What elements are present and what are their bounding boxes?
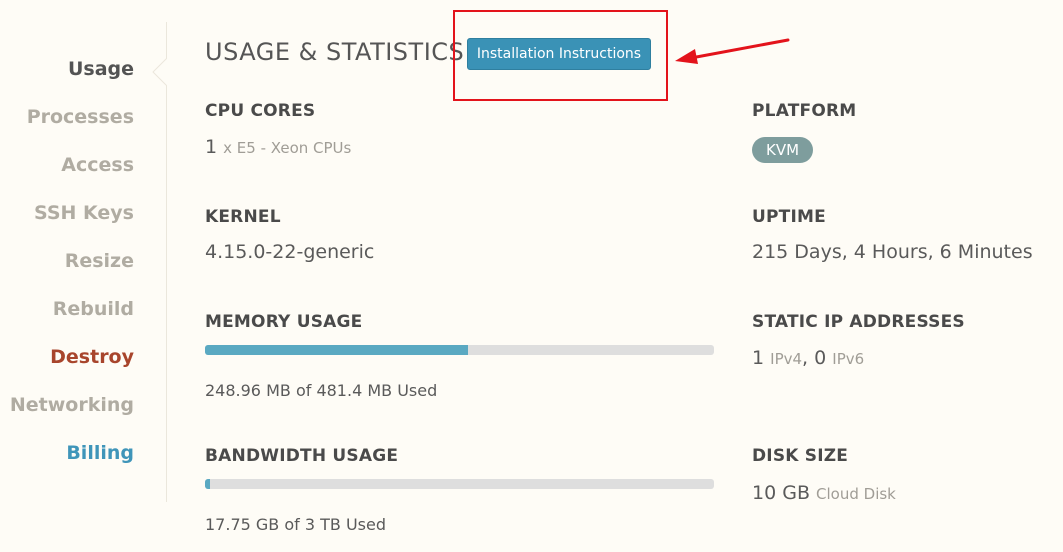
- sidebar-item-destroy[interactable]: Destroy: [50, 346, 134, 368]
- kernel-label: KERNEL: [205, 207, 281, 227]
- cpu-detail: x E5 - Xeon CPUs: [223, 139, 352, 157]
- cpu-count: 1: [205, 136, 218, 158]
- static-ip-label: STATIC IP ADDRESSES: [752, 312, 965, 332]
- sidebar-item-resize[interactable]: Resize: [65, 250, 134, 272]
- memory-usage-bar-fill: [205, 345, 469, 355]
- disk-size-value: 10 GB Cloud Disk: [752, 482, 896, 504]
- memory-usage-label: MEMORY USAGE: [205, 312, 363, 332]
- active-caret-icon: [152, 58, 167, 86]
- main-content: USAGE & STATISTICS Installation Instruct…: [205, 0, 1063, 552]
- ip-separator: ,: [802, 347, 809, 369]
- ipv6-label: IPv6: [832, 350, 865, 368]
- sidebar-item-rebuild[interactable]: Rebuild: [53, 298, 134, 320]
- sidebar-item-billing[interactable]: Billing: [66, 442, 134, 464]
- sidebar-item-processes[interactable]: Processes: [27, 106, 134, 128]
- memory-usage-text: 248.96 MB of 481.4 MB Used: [205, 381, 438, 400]
- sidebar-item-networking[interactable]: Networking: [10, 394, 134, 416]
- bandwidth-usage-bar-fill: [205, 479, 211, 489]
- disk-size: 10 GB: [752, 482, 810, 504]
- kernel-value: 4.15.0-22-generic: [205, 241, 375, 263]
- bandwidth-usage-label: BANDWIDTH USAGE: [205, 446, 399, 466]
- cpu-cores-value: 1 x E5 - Xeon CPUs: [205, 136, 351, 158]
- static-ip-value: 1 IPv4, 0 IPv6: [752, 347, 864, 369]
- sidebar-item-usage[interactable]: Usage: [68, 58, 134, 80]
- sidebar-item-ssh-keys[interactable]: SSH Keys: [34, 202, 134, 224]
- annotation-highlight-box: [453, 10, 668, 101]
- page-title: USAGE & STATISTICS: [205, 38, 465, 66]
- ipv4-count: 1: [752, 347, 765, 369]
- sidebar-item-access[interactable]: Access: [61, 154, 134, 176]
- disk-size-label: DISK SIZE: [752, 446, 849, 466]
- sidebar-nav: Usage Processes Access SSH Keys Resize R…: [0, 22, 167, 502]
- annotation-arrow-icon: [675, 38, 790, 64]
- bandwidth-usage-bar: [205, 479, 714, 489]
- disk-type: Cloud Disk: [816, 485, 896, 503]
- platform-badge: KVM: [752, 137, 814, 163]
- ipv6-count: 0: [814, 347, 827, 369]
- ipv4-label: IPv4: [770, 350, 803, 368]
- bandwidth-usage-text: 17.75 GB of 3 TB Used: [205, 515, 387, 534]
- uptime-value: 215 Days, 4 Hours, 6 Minutes: [752, 241, 1033, 263]
- cpu-cores-label: CPU CORES: [205, 101, 316, 121]
- platform-label: PLATFORM: [752, 101, 857, 121]
- memory-usage-bar: [205, 345, 714, 355]
- page: Usage Processes Access SSH Keys Resize R…: [0, 0, 1063, 552]
- uptime-label: UPTIME: [752, 207, 826, 227]
